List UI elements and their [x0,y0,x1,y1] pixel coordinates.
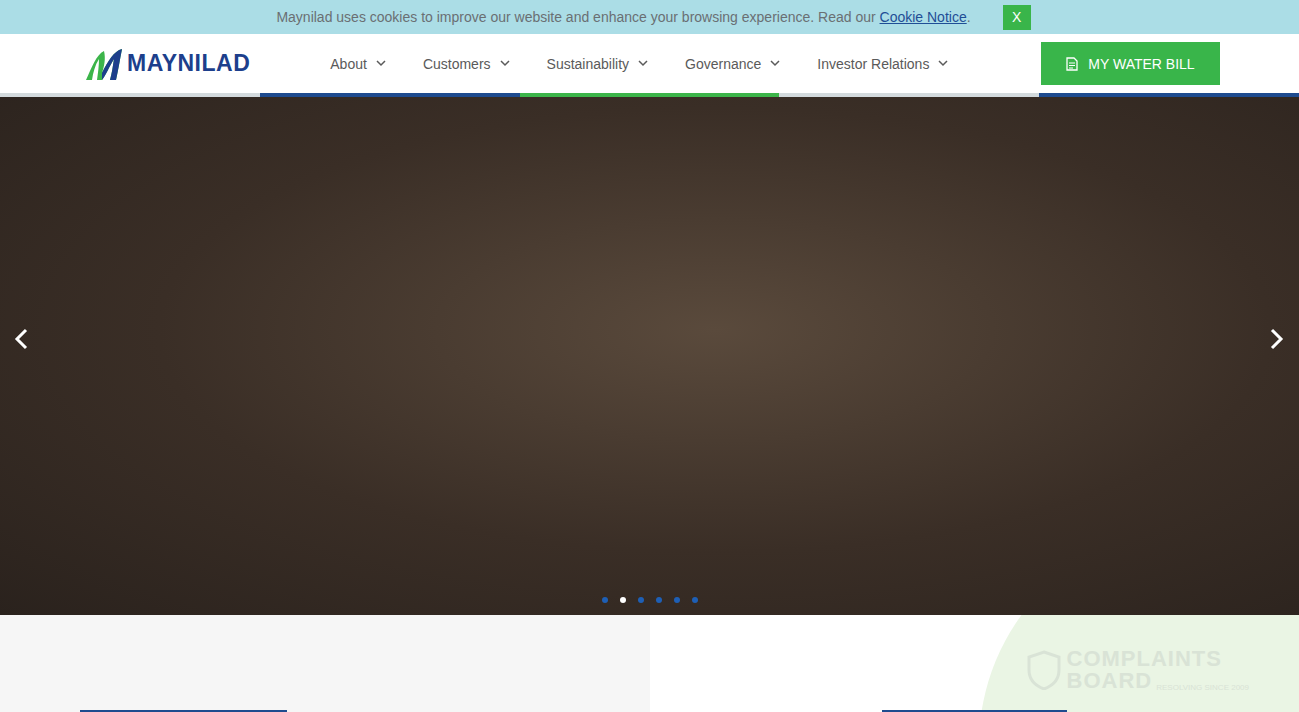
cookie-text: Maynilad uses cookies to improve our web… [276,9,879,25]
chevron-down-icon [500,60,510,67]
lower-section: COMPLAINTS BOARD RESOLVING SINCE 2009 [0,615,1299,712]
right-panel: COMPLAINTS BOARD RESOLVING SINCE 2009 [650,615,1299,712]
cookie-end: . [967,9,971,25]
prev-arrow-icon[interactable] [10,327,34,351]
logo-text: MAYNILAD [127,50,250,77]
carousel-dot[interactable] [638,597,644,603]
my-water-bill-button[interactable]: MY WATER BILL [1041,42,1220,85]
chevron-down-icon [770,60,780,67]
document-icon [1066,57,1078,71]
logo[interactable]: MAYNILAD [84,47,250,81]
watermark-line2: BOARD [1067,670,1153,692]
left-rule [80,710,287,712]
chevron-down-icon [638,60,648,67]
main-nav: About Customers Sustainability Governance In… [330,56,948,72]
complaints-board-watermark: COMPLAINTS BOARD RESOLVING SINCE 2009 [1027,648,1249,692]
chevron-down-icon [376,60,386,67]
carousel-dot[interactable] [674,597,680,603]
next-arrow-icon[interactable] [1264,327,1288,351]
maynilad-mark-icon [84,47,124,81]
nav-label: About [330,56,367,72]
nav-item[interactable]: About [330,56,386,72]
bill-label: MY WATER BILL [1088,56,1194,72]
carousel-dot[interactable] [656,597,662,603]
cookie-notice-link[interactable]: Cookie Notice [880,9,967,25]
nav-item[interactable]: Customers [423,56,510,72]
cookie-close-button[interactable]: X [1003,5,1031,30]
carousel-dot[interactable] [602,597,608,603]
hero-carousel [0,97,1299,615]
site-header: MAYNILAD About Customers Sustainability Gov… [0,34,1299,93]
right-rule [882,710,1067,712]
nav-item[interactable]: Sustainability [547,56,649,72]
nav-label: Governance [685,56,761,72]
nav-label: Investor Relations [817,56,929,72]
nav-item[interactable]: Governance [685,56,780,72]
carousel-dot[interactable] [692,597,698,603]
shield-icon [1027,650,1061,690]
carousel-dots [0,597,1299,603]
chevron-down-icon [938,60,948,67]
nav-label: Customers [423,56,491,72]
left-panel [0,615,650,712]
carousel-dot[interactable] [620,597,626,603]
nav-item[interactable]: Investor Relations [817,56,948,72]
watermark-tagline: RESOLVING SINCE 2009 [1156,684,1249,692]
nav-label: Sustainability [547,56,630,72]
cookie-message: Maynilad uses cookies to improve our web… [276,9,970,25]
watermark-line1: COMPLAINTS [1067,648,1249,670]
cookie-bar: Maynilad uses cookies to improve our web… [0,0,1299,34]
